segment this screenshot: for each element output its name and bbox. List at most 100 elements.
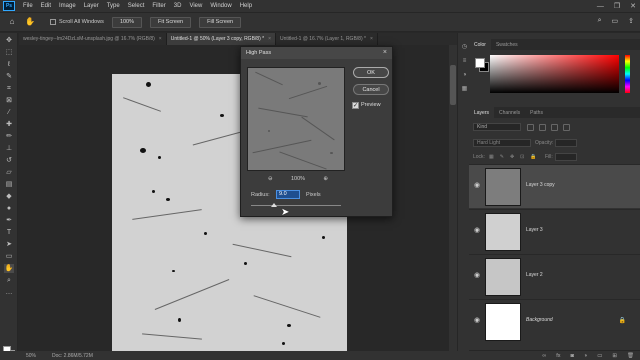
more-tools-icon[interactable]: … — [4, 288, 14, 297]
menu-layer[interactable]: Layer — [84, 3, 99, 9]
hand-tool-icon[interactable]: ✋ — [4, 264, 14, 273]
filter-preview[interactable] — [247, 67, 345, 171]
radius-slider-knob[interactable] — [271, 203, 277, 207]
new-layer-icon[interactable]: ⊞ — [612, 353, 617, 359]
visibility-eye-icon[interactable]: ◉ — [473, 317, 481, 325]
tab-color[interactable]: Color — [469, 39, 491, 50]
share-icon[interactable]: ⇪ — [628, 17, 634, 25]
lock-all-icon[interactable]: 🔒 — [530, 154, 536, 160]
menu-select[interactable]: Select — [128, 3, 145, 9]
layer-row[interactable]: ◉ Layer 3 copy — [469, 164, 640, 208]
pixel-filter-icon[interactable] — [527, 124, 534, 131]
path-select-icon[interactable]: ➤ — [4, 240, 14, 249]
fill-field[interactable] — [555, 153, 577, 161]
healing-brush-icon[interactable]: ✚ — [4, 120, 14, 129]
blur-tool-icon[interactable]: ◆ — [4, 192, 14, 201]
zoom-in-icon[interactable]: ⊕ — [323, 176, 328, 182]
visibility-eye-icon[interactable]: ◉ — [473, 272, 481, 280]
gradient-tool-icon[interactable]: ▤ — [4, 180, 14, 189]
link-layers-icon[interactable]: ∞ — [542, 353, 546, 359]
menu-type[interactable]: Type — [107, 3, 120, 9]
maximize-icon[interactable]: ❐ — [614, 2, 620, 10]
lock-artboard-icon[interactable]: ⊡ — [520, 154, 524, 160]
menu-image[interactable]: Image — [59, 3, 76, 9]
visibility-eye-icon[interactable]: ◉ — [473, 227, 481, 235]
menu-3d[interactable]: 3D — [174, 3, 182, 9]
home-icon[interactable]: ⌂ — [6, 17, 18, 27]
zoom-tool-icon[interactable]: ⌕ — [4, 276, 14, 285]
layer-row[interactable]: ◉ Layer 3 — [469, 209, 640, 253]
visibility-eye-icon[interactable]: ◉ — [473, 182, 481, 190]
brush-tool-icon[interactable]: ✏ — [4, 132, 14, 141]
adjustment-layer-icon[interactable]: ◑ — [584, 353, 587, 359]
move-tool-icon[interactable]: ✥ — [4, 36, 14, 45]
group-icon[interactable]: ▭ — [597, 353, 602, 359]
lock-position-icon[interactable]: ✥ — [510, 154, 514, 160]
blend-mode-dropdown[interactable]: Hard Light — [473, 139, 531, 147]
rectangle-tool-icon[interactable]: ▭ — [4, 252, 14, 261]
close-tab-icon[interactable]: × — [159, 36, 162, 42]
preview-checkbox[interactable]: ✓ — [352, 102, 359, 109]
search-icon[interactable]: ⌕ — [598, 17, 602, 25]
tab-untitled-16[interactable]: Untitled-1 @ 16.7% (Layer 1, RGB/8) * × — [276, 33, 378, 45]
tab-layers[interactable]: Layers — [469, 107, 495, 118]
history-panel-icon[interactable]: ◷ — [460, 43, 469, 52]
zoom-100-button[interactable]: 100% — [111, 16, 143, 28]
shape-filter-icon[interactable] — [563, 124, 570, 131]
ok-button[interactable]: OK — [353, 67, 389, 78]
trash-icon[interactable]: 🗑 — [627, 353, 634, 359]
zoom-out-icon[interactable]: ⊖ — [268, 176, 273, 182]
close-icon[interactable]: × — [383, 47, 387, 59]
quick-select-tool-icon[interactable]: ✎ — [4, 72, 14, 81]
libraries-panel-icon[interactable]: ▦ — [460, 85, 469, 94]
crop-tool-icon[interactable]: ⌗ — [4, 84, 14, 93]
tab-paths[interactable]: Paths — [525, 107, 548, 118]
eyedropper-tool-icon[interactable]: ⁄ — [4, 108, 14, 117]
tab-unsplash[interactable]: wesley-tingey--Im24DzLsM-unsplash.jpg @ … — [19, 33, 167, 45]
layer-kind-filter[interactable]: Kind — [473, 123, 521, 131]
pen-tool-icon[interactable]: ✒ — [4, 216, 14, 225]
cancel-button[interactable]: Cancel — [353, 84, 389, 95]
clone-stamp-icon[interactable]: ⊥ — [4, 144, 14, 153]
menu-window[interactable]: Window — [210, 3, 231, 9]
scroll-all-windows-checkbox[interactable] — [50, 19, 56, 25]
tab-channels[interactable]: Channels — [494, 107, 525, 118]
lock-pixels-icon[interactable]: ✎ — [500, 154, 504, 160]
lock-transparent-icon[interactable]: ▦ — [489, 154, 494, 160]
type-tool-icon[interactable]: T — [4, 228, 14, 237]
marquee-tool-icon[interactable]: ⬚ — [4, 48, 14, 57]
opacity-field[interactable] — [555, 139, 577, 147]
menu-file[interactable]: File — [23, 3, 33, 9]
color-picker-field[interactable] — [490, 55, 619, 93]
dodge-tool-icon[interactable]: ● — [4, 204, 14, 213]
fill-screen-button[interactable]: Fill Screen — [199, 16, 242, 28]
layer-row[interactable]: ◉ Layer 2 — [469, 254, 640, 298]
scroll-thumb[interactable] — [450, 65, 456, 105]
layer-row[interactable]: ◉ Background 🔒 — [469, 299, 640, 343]
menu-view[interactable]: View — [189, 3, 202, 9]
minimize-icon[interactable]: — — [597, 3, 604, 10]
close-tab-icon[interactable]: × — [370, 36, 373, 42]
radius-input[interactable]: 9.0 — [276, 190, 300, 199]
close-tab-icon[interactable]: × — [268, 36, 271, 42]
lasso-tool-icon[interactable]: ℓ — [4, 60, 14, 69]
tab-swatches[interactable]: Swatches — [491, 39, 523, 50]
history-brush-icon[interactable]: ↺ — [4, 156, 14, 165]
radius-slider-track[interactable] — [251, 205, 341, 206]
close-icon[interactable]: ✕ — [630, 2, 636, 10]
adjust-filter-icon[interactable] — [539, 124, 546, 131]
eraser-tool-icon[interactable]: ▱ — [4, 168, 14, 177]
hue-slider[interactable] — [625, 55, 630, 93]
mask-icon[interactable]: ◙ — [571, 353, 574, 359]
adjustments-panel-icon[interactable]: ◑ — [460, 71, 469, 80]
vertical-scrollbar[interactable] — [449, 45, 457, 351]
menu-edit[interactable]: Edit — [41, 3, 51, 9]
tab-untitled-50[interactable]: Untitled-1 @ 50% (Layer 3 copy, RGB/8) *… — [166, 33, 276, 45]
properties-panel-icon[interactable]: ≡ — [460, 57, 469, 66]
foreground-color-chip[interactable] — [475, 58, 485, 68]
menu-filter[interactable]: Filter — [152, 3, 165, 9]
fx-icon[interactable]: fx — [556, 353, 560, 359]
menu-help[interactable]: Help — [240, 3, 252, 9]
frame-tool-icon[interactable]: ⊠ — [4, 96, 14, 105]
type-filter-icon[interactable] — [551, 124, 558, 131]
